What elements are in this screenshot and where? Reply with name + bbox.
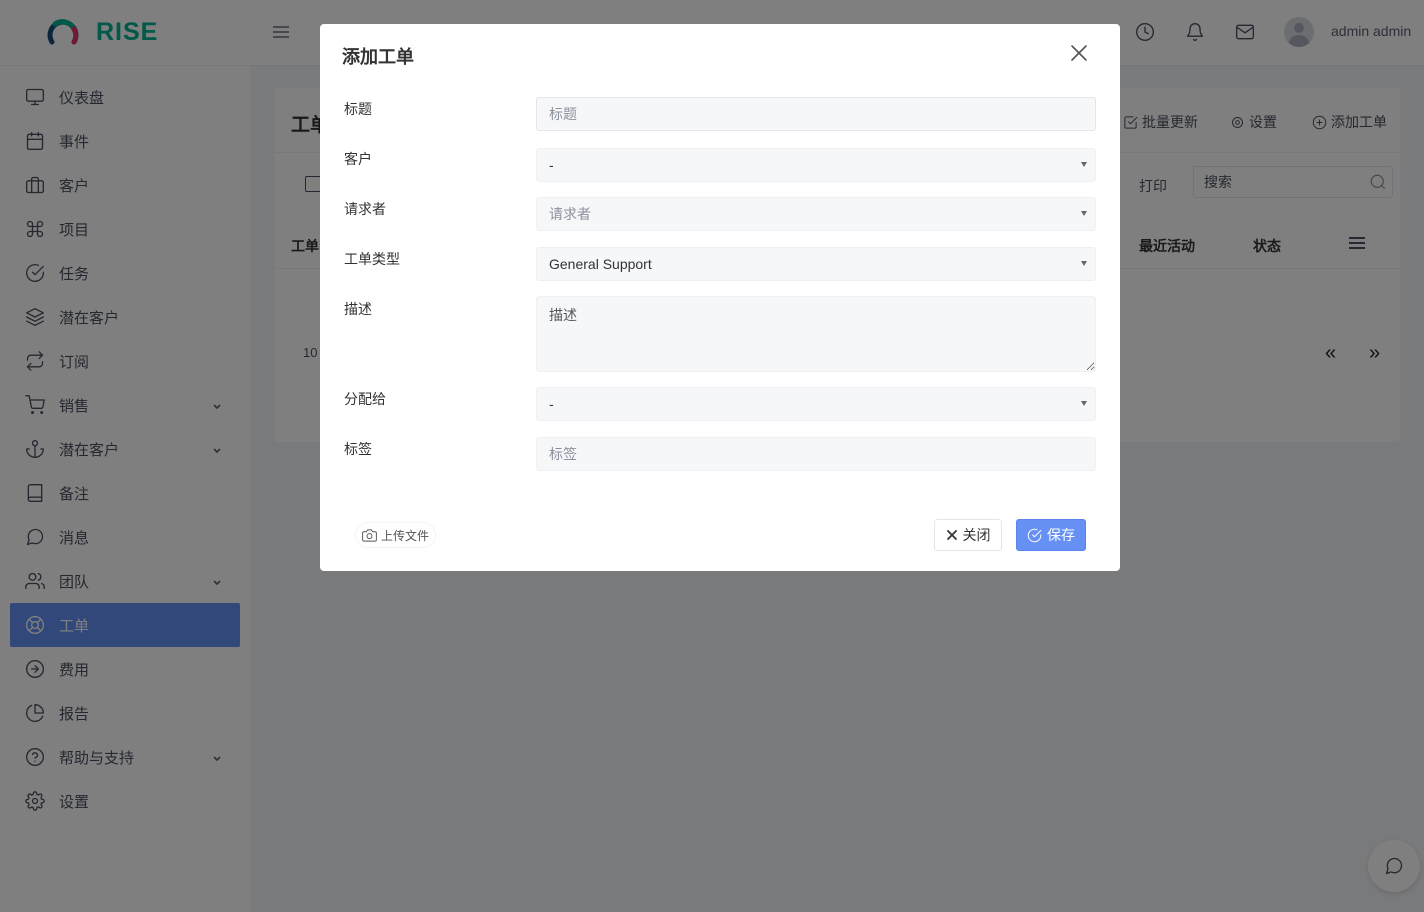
client-value: - <box>549 157 554 173</box>
check-circle-icon <box>1027 528 1042 542</box>
requester-label: 请求者 <box>344 201 386 217</box>
x-icon <box>946 530 957 540</box>
save-button[interactable]: 保存 <box>1016 519 1086 551</box>
client-select[interactable]: - <box>536 148 1096 182</box>
requester-select[interactable]: 请求者 <box>536 197 1096 231</box>
caret-down-icon <box>1081 162 1087 167</box>
caret-down-icon <box>1081 401 1087 406</box>
upload-file-button[interactable]: 上传文件 <box>356 523 436 547</box>
modal-title: 添加工单 <box>342 47 414 67</box>
requester-placeholder: 请求者 <box>549 206 591 222</box>
upload-file-label: 上传文件 <box>381 528 430 543</box>
caret-down-icon <box>1081 261 1087 266</box>
description-textarea[interactable] <box>536 296 1096 372</box>
close-button-label: 关闭 <box>962 527 991 543</box>
assign-to-select[interactable]: - <box>536 387 1096 421</box>
add-ticket-modal: 添加工单 标题 客户 - 请求者 请求者 工单类型 General Suppor… <box>320 24 1120 571</box>
close-button[interactable]: 关闭 <box>934 519 1002 551</box>
ticket-type-label: 工单类型 <box>344 251 400 267</box>
camera-icon <box>362 528 377 542</box>
ticket-type-select[interactable]: General Support <box>536 247 1096 281</box>
close-icon[interactable] <box>1068 42 1090 64</box>
description-label: 描述 <box>344 301 372 317</box>
title-label: 标题 <box>344 101 372 117</box>
labels-input[interactable] <box>536 437 1096 471</box>
assign-to-value: - <box>549 396 554 412</box>
client-label: 客户 <box>344 151 372 167</box>
assign-to-label: 分配给 <box>344 391 386 407</box>
title-input[interactable] <box>536 97 1096 131</box>
caret-down-icon <box>1081 211 1087 216</box>
ticket-type-value: General Support <box>549 256 652 272</box>
labels-label: 标签 <box>344 441 372 457</box>
save-button-label: 保存 <box>1047 527 1075 543</box>
